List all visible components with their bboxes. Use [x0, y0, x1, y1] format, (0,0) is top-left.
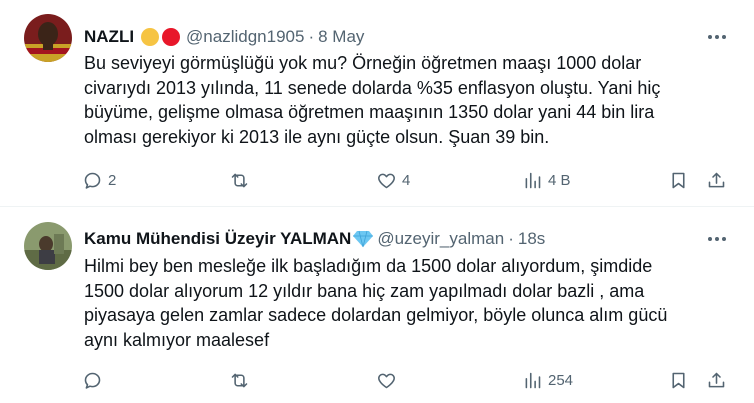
emoji-badge: [353, 230, 374, 248]
bookmark-button[interactable]: [668, 168, 689, 192]
share-icon: [708, 372, 725, 387]
action-bar: 2 4 4 B: [82, 168, 734, 192]
tweet[interactable]: NAZLI @nazlidgn1905 · 8 May Bu seviyeyi …: [0, 0, 754, 207]
views-button[interactable]: 254: [522, 368, 573, 392]
timestamp[interactable]: 18s: [518, 229, 545, 249]
views-button[interactable]: 4 B: [522, 168, 571, 192]
view-count: 4 B: [548, 171, 571, 189]
reply-icon: [84, 372, 101, 389]
retweet-button[interactable]: [229, 368, 255, 392]
retweet-button[interactable]: [229, 168, 255, 192]
timestamp[interactable]: 8 May: [318, 27, 364, 47]
avatar[interactable]: [24, 222, 72, 270]
reply-icon: [84, 172, 101, 189]
tweet-text: Bu seviyeyi görmüşlüğü yok mu? Örneğin ö…: [84, 53, 661, 147]
avatar[interactable]: [24, 14, 72, 62]
team-colors-icon: [141, 28, 181, 46]
reply-button[interactable]: 2: [82, 168, 116, 192]
emoji-badge: [140, 27, 182, 47]
bookmark-button[interactable]: [668, 368, 689, 392]
like-button[interactable]: [376, 368, 402, 392]
tweet-text: Hilmi bey ben mesleğe ilk başladığım da …: [84, 256, 668, 350]
tweet-header: Kamu Mühendisi Üzeyir YALMAN @uzeyir_yal…: [84, 228, 694, 250]
separator: ·: [508, 229, 514, 248]
view-count: 254: [548, 371, 574, 389]
action-bar: 254: [82, 368, 734, 392]
more-icon[interactable]: [704, 228, 730, 250]
share-button[interactable]: [706, 368, 727, 392]
display-name[interactable]: NAZLI: [84, 27, 134, 47]
analytics-icon: [525, 172, 541, 188]
heart-icon: [378, 173, 395, 188]
like-button[interactable]: 4: [376, 168, 410, 192]
share-button[interactable]: [706, 168, 727, 192]
tweet[interactable]: Kamu Mühendisi Üzeyir YALMAN @uzeyir_yal…: [0, 206, 754, 403]
retweet-icon: [231, 173, 248, 187]
gem-icon: [353, 230, 374, 248]
reply-count: 2: [108, 171, 117, 189]
bookmark-icon: [672, 372, 685, 388]
share-icon: [708, 172, 725, 187]
display-name[interactable]: Kamu Mühendisi Üzeyir YALMAN: [84, 229, 351, 249]
like-count: 4: [402, 171, 411, 189]
tweet-header: NAZLI @nazlidgn1905 · 8 May: [84, 26, 694, 48]
handle[interactable]: @nazlidgn1905: [186, 27, 304, 47]
handle[interactable]: @uzeyir_yalman: [377, 229, 504, 249]
retweet-icon: [231, 373, 248, 387]
analytics-icon: [525, 372, 541, 388]
bookmark-icon: [672, 172, 685, 188]
reply-button[interactable]: [82, 368, 108, 392]
heart-icon: [378, 373, 395, 388]
more-icon[interactable]: [704, 26, 730, 48]
separator: ·: [308, 27, 315, 46]
